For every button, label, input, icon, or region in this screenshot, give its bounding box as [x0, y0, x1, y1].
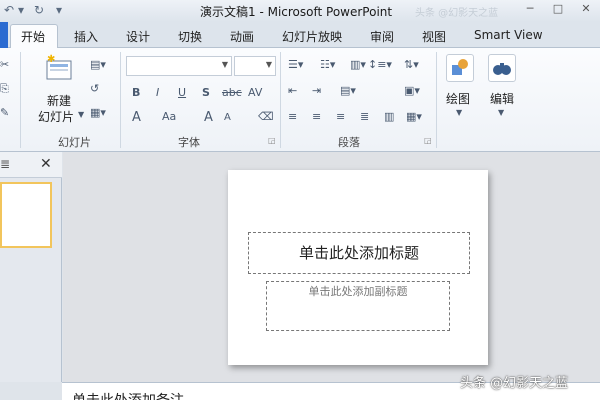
increase-indent-icon[interactable]: ⇥: [312, 84, 321, 97]
font-color-button[interactable]: A: [132, 110, 141, 125]
numbering-icon[interactable]: ☷▾: [320, 58, 335, 71]
group-separator: [20, 52, 21, 148]
slides-group-label: 幻灯片: [58, 136, 91, 149]
drawing-dropdown-icon[interactable]: ▼: [456, 108, 462, 117]
tab-smart-view[interactable]: Smart View: [474, 28, 543, 42]
change-case-button[interactable]: Aa: [162, 110, 176, 123]
minimize-icon[interactable]: ─: [516, 0, 544, 18]
chevron-down-icon: ▼: [265, 60, 272, 69]
font-name-combo[interactable]: ▼: [126, 56, 232, 76]
tab-transitions[interactable]: 切换: [178, 28, 202, 45]
editing-label[interactable]: 编辑: [490, 90, 514, 107]
svg-text:✱: ✱: [47, 54, 55, 65]
section-icon[interactable]: ▦▾: [90, 106, 106, 119]
redo-icon[interactable]: ↻: [34, 3, 44, 17]
tab-animations[interactable]: 动画: [230, 28, 254, 45]
watermark-text: 头条 @幻影天之蓝: [460, 376, 569, 391]
tab-view[interactable]: 视图: [422, 28, 446, 45]
shadow-button[interactable]: S: [202, 86, 210, 99]
tab-home[interactable]: 开始: [21, 28, 45, 45]
font-size-combo[interactable]: ▼: [234, 56, 276, 76]
drawing-label[interactable]: 绘图: [446, 90, 470, 107]
new-slide-label[interactable]: 新建: [47, 92, 71, 109]
drawing-icon[interactable]: [446, 54, 474, 82]
tab-slideshow[interactable]: 幻灯片放映: [282, 28, 342, 45]
reset-icon[interactable]: ↺: [90, 82, 99, 95]
decrease-indent-icon[interactable]: ⇤: [288, 84, 297, 97]
justify-icon[interactable]: ≣: [360, 110, 369, 123]
subtitle-placeholder[interactable]: 单击此处添加副标题: [266, 281, 450, 331]
editing-dropdown-icon[interactable]: ▼: [498, 108, 504, 117]
outline-tab-icon[interactable]: ≣: [0, 157, 10, 171]
undo-dropdown-icon[interactable]: ▾: [18, 3, 24, 17]
cut-icon[interactable]: ✂: [0, 58, 9, 71]
slide-thumbnail[interactable]: [0, 182, 52, 248]
ghost-watermark: 头条 @幻影天之蓝: [415, 8, 499, 19]
group-separator: [280, 52, 281, 148]
slide-canvas[interactable]: 单击此处添加标题 单击此处添加副标题: [228, 170, 488, 365]
window-title: 演示文稿1 - Microsoft PowerPoint: [200, 5, 393, 19]
tab-review[interactable]: 审阅: [370, 28, 394, 45]
align-right-icon[interactable]: ≡: [336, 110, 345, 123]
ribbon: ✂ ⎘ ✎ ✱ 新建 幻灯片 ▼ ▤▾ ↺ ▦▾ 幻灯片 ▼ ▼ B I U S…: [0, 48, 600, 152]
tab-insert[interactable]: 插入: [74, 28, 98, 45]
font-dialog-launcher-icon[interactable]: ◲: [268, 136, 276, 145]
align-center-icon[interactable]: ≡: [312, 110, 321, 123]
paragraph-dialog-launcher-icon[interactable]: ◲: [424, 136, 432, 145]
character-spacing-button[interactable]: AV: [248, 86, 262, 99]
bold-button[interactable]: B: [132, 86, 140, 99]
bullets-icon[interactable]: ☰▾: [288, 58, 303, 71]
line-spacing-icon[interactable]: ↕≡▾: [368, 58, 392, 71]
new-slide-label-2[interactable]: 幻灯片: [38, 108, 74, 125]
layout-icon[interactable]: ▤▾: [90, 58, 106, 71]
maximize-icon[interactable]: □: [544, 0, 572, 18]
columns-icon[interactable]: ▥▾: [350, 58, 366, 71]
font-group-label: 字体: [178, 136, 200, 149]
slides-pane-header: ≣ ✕: [0, 152, 62, 178]
group-separator: [436, 52, 437, 148]
file-tab[interactable]: [0, 22, 8, 48]
customize-qat-icon[interactable]: ▾: [56, 3, 62, 17]
grow-font-button[interactable]: A: [204, 110, 213, 125]
title-bar: ↶ ▾ ↻ ▾ 演示文稿1 - Microsoft PowerPoint 头条 …: [0, 0, 600, 22]
copy-icon[interactable]: ⎘: [0, 82, 9, 96]
smartart-icon[interactable]: ▣▾: [404, 84, 420, 97]
new-slide-dropdown-icon[interactable]: ▼: [78, 110, 84, 119]
slides-pane: ≣ ✕: [0, 152, 62, 382]
format-painter-icon[interactable]: ✎: [0, 106, 9, 119]
undo-icon[interactable]: ↶: [4, 3, 14, 17]
title-placeholder[interactable]: 单击此处添加标题: [248, 232, 470, 274]
text-direction-icon[interactable]: ⇅▾: [404, 58, 419, 71]
columns-2-icon[interactable]: ▦▾: [406, 110, 422, 123]
pane-close-icon[interactable]: ✕: [40, 156, 52, 172]
close-icon[interactable]: ✕: [572, 0, 600, 18]
italic-button[interactable]: I: [156, 86, 159, 99]
notes-placeholder[interactable]: 单击此处添加备注: [72, 390, 184, 400]
align-left-icon[interactable]: ≡: [288, 110, 297, 123]
underline-button[interactable]: U: [178, 86, 186, 99]
chevron-down-icon: ▼: [221, 60, 228, 69]
group-separator: [120, 52, 121, 148]
strikethrough-button[interactable]: abc: [222, 86, 242, 99]
tab-design[interactable]: 设计: [126, 28, 150, 45]
distributed-icon[interactable]: ▥: [384, 110, 394, 123]
new-slide-icon[interactable]: ✱: [44, 54, 74, 84]
shrink-font-button[interactable]: A: [224, 112, 231, 123]
find-binoculars-icon[interactable]: [488, 54, 516, 82]
align-text-icon[interactable]: ▤▾: [340, 84, 356, 97]
clear-formatting-icon[interactable]: ⌫: [258, 110, 274, 123]
paragraph-group-label: 段落: [338, 136, 360, 149]
